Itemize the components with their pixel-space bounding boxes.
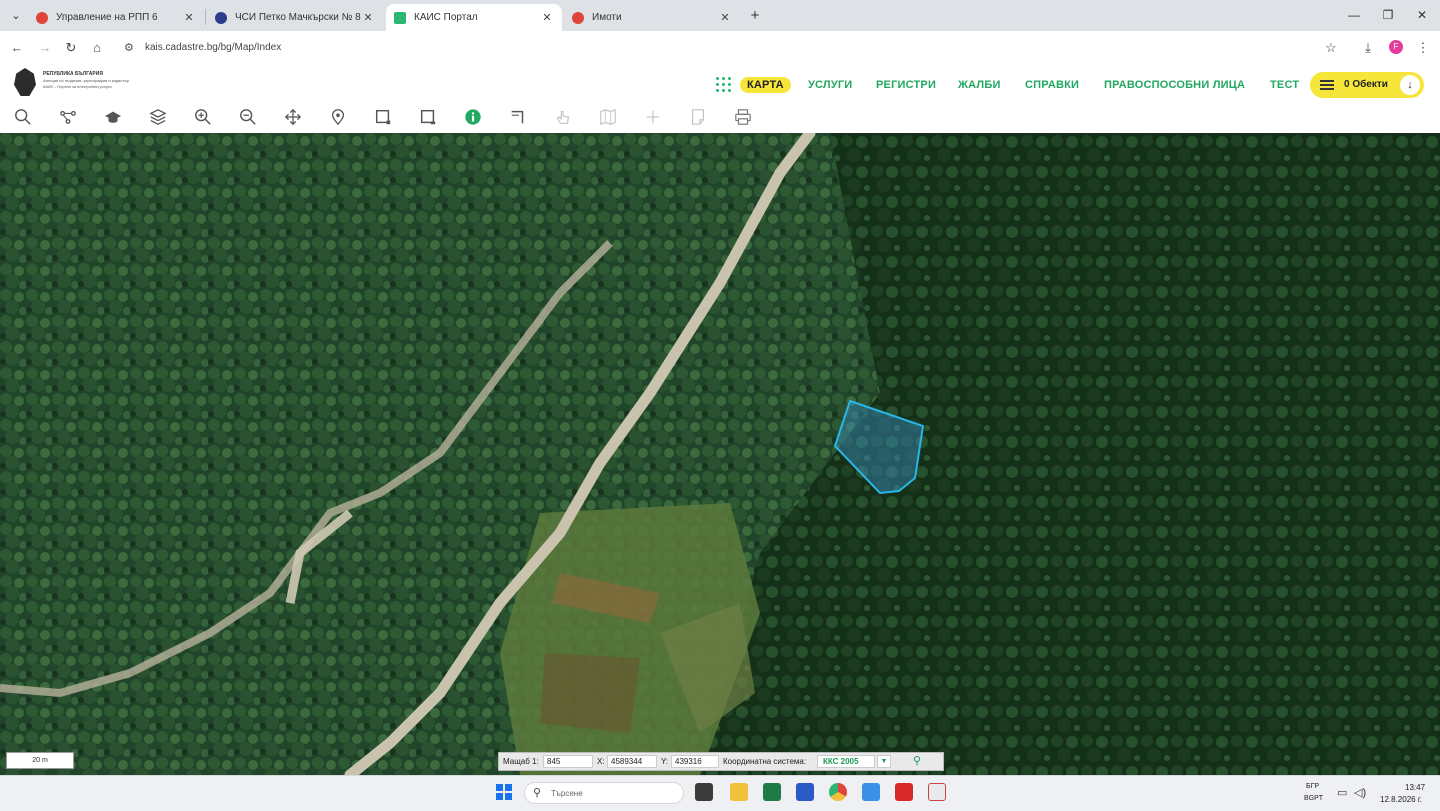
- task-view-icon[interactable]: [695, 783, 713, 801]
- windows-start-icon[interactable]: [496, 784, 512, 800]
- browser-menu-icon[interactable]: ⋮: [1414, 39, 1432, 57]
- notes-app-icon[interactable]: [862, 783, 880, 801]
- y-label: Y:: [661, 757, 669, 766]
- print-icon[interactable]: [733, 107, 753, 127]
- downloads-icon[interactable]: ⤓: [1359, 39, 1377, 57]
- close-window-icon[interactable]: ✕: [1407, 6, 1437, 24]
- coordinate-system-select[interactable]: ККС 2005: [817, 755, 875, 768]
- logo-subtitle-2: КАИС - Портал за електронни услуги: [43, 84, 112, 89]
- document-edit-icon[interactable]: [688, 107, 708, 127]
- reload-icon[interactable]: ↻: [62, 39, 80, 57]
- keyboard-layout[interactable]: BGPT: [1304, 795, 1323, 802]
- taskbar-search-placeholder: Търсене: [551, 789, 583, 798]
- search-icon[interactable]: [13, 107, 33, 127]
- coordinate-bar: Мащаб 1: 845 X: 4589344 Y: 439316 Коорди…: [498, 752, 944, 771]
- coordinate-system-label: Координатна система:: [723, 757, 807, 766]
- word-icon[interactable]: [796, 783, 814, 801]
- snipping-tool-icon[interactable]: [928, 783, 946, 801]
- layers-icon[interactable]: [148, 107, 168, 127]
- download-arrow-icon[interactable]: ↓: [1400, 75, 1420, 95]
- search-coordinates-icon[interactable]: ⚲: [909, 754, 925, 769]
- tab-favicon-icon: [572, 11, 584, 24]
- clock-date[interactable]: 12.8.2026 г.: [1380, 795, 1422, 804]
- browser-tab-kais[interactable]: КАИС Портал ✕: [386, 4, 562, 31]
- menu-test[interactable]: ТЕСТ: [1270, 79, 1299, 91]
- minimize-window-icon[interactable]: —: [1339, 6, 1369, 24]
- network-icon[interactable]: ▭: [1337, 786, 1347, 799]
- file-explorer-icon[interactable]: [730, 783, 748, 801]
- menu-uslugi[interactable]: УСЛУГИ: [808, 79, 852, 91]
- menu-zhalbi[interactable]: ЖАЛБИ: [958, 79, 1001, 91]
- chrome-icon[interactable]: [829, 783, 847, 801]
- hamburger-icon: [1320, 80, 1334, 90]
- excel-icon[interactable]: [763, 783, 781, 801]
- menu-spravki[interactable]: СПРАВКИ: [1025, 79, 1079, 91]
- hand-pointer-icon[interactable]: [553, 107, 573, 127]
- network-nodes-icon[interactable]: [58, 107, 78, 127]
- tab-title: ЧСИ Петко Мачкърски № 881: [235, 12, 361, 23]
- location-pin-icon[interactable]: [328, 107, 348, 127]
- crosshair-plus-icon[interactable]: [643, 107, 663, 127]
- x-label: X:: [597, 757, 605, 766]
- clock-time[interactable]: 13:47: [1405, 783, 1425, 792]
- tab-search-chevron-icon[interactable]: ⌄: [8, 8, 24, 24]
- bookmark-star-icon[interactable]: ☆: [1322, 39, 1340, 57]
- objects-button[interactable]: 0 Обекти ↓: [1310, 72, 1424, 98]
- map-book-icon[interactable]: [598, 107, 618, 127]
- logo-title: РЕПУБЛИКА БЪЛГАРИЯ: [43, 71, 103, 77]
- graduation-cap-icon[interactable]: [103, 107, 123, 127]
- satellite-imagery[interactable]: [0, 133, 1440, 775]
- tab-title: КАИС Портал: [414, 12, 478, 23]
- scale-prefix-label: Мащаб 1:: [503, 757, 539, 766]
- select-area-icon[interactable]: [418, 107, 438, 127]
- satellite-map[interactable]: [0, 133, 1440, 775]
- info-icon[interactable]: [463, 107, 483, 127]
- zoom-in-icon[interactable]: [193, 107, 213, 127]
- chevron-down-icon[interactable]: ▼: [877, 755, 891, 768]
- taskbar-search-input[interactable]: ⚲ Търсене: [524, 782, 684, 804]
- tab-close-icon[interactable]: ✕: [540, 11, 554, 24]
- scale-field[interactable]: 845: [543, 755, 593, 768]
- measure-angle-icon[interactable]: [508, 107, 528, 127]
- zoom-out-icon[interactable]: [238, 107, 258, 127]
- select-rectangle-icon[interactable]: [373, 107, 393, 127]
- y-coordinate-field[interactable]: 439316: [671, 755, 719, 768]
- restore-window-icon[interactable]: ❐: [1373, 6, 1403, 24]
- browser-tab-rpp[interactable]: Управление на РПП 6 ✕: [28, 4, 204, 31]
- tab-favicon-icon: [215, 11, 227, 24]
- search-icon: ⚲: [533, 787, 542, 799]
- tab-close-icon[interactable]: ✕: [182, 11, 196, 24]
- menu-pravosposobni-lica[interactable]: ПРАВОСПОСОБНИ ЛИЦА: [1104, 79, 1245, 91]
- tab-title: Имоти: [592, 12, 622, 23]
- x-coordinate-field[interactable]: 4589344: [607, 755, 657, 768]
- browser-tab-imoti[interactable]: Имоти ✕: [564, 4, 740, 31]
- tab-close-icon[interactable]: ✕: [718, 11, 732, 24]
- map-scale-bar: 20 m: [6, 752, 74, 769]
- back-arrow-icon[interactable]: ←: [8, 39, 26, 57]
- site-info-icon[interactable]: ⚙: [124, 41, 134, 54]
- keyboard-language[interactable]: БГР: [1306, 783, 1319, 790]
- pan-move-icon[interactable]: [283, 107, 303, 127]
- forward-arrow-icon[interactable]: →: [36, 39, 54, 57]
- url-field[interactable]: kais.cadastre.bg/bg/Map/Index: [145, 42, 281, 53]
- volume-icon[interactable]: ◁): [1354, 786, 1366, 799]
- menu-registri[interactable]: РЕГИСТРИ: [876, 79, 936, 91]
- tab-favicon-icon: [36, 11, 48, 24]
- objects-count-label: 0 Обекти: [1344, 79, 1388, 90]
- pdf-reader-icon[interactable]: [895, 783, 913, 801]
- browser-tab-chsi[interactable]: ЧСИ Петко Мачкърски № 881 ✕: [207, 4, 383, 31]
- tab-favicon-icon: [394, 11, 406, 24]
- profile-avatar[interactable]: F: [1389, 40, 1403, 54]
- home-icon[interactable]: ⌂: [88, 39, 106, 57]
- new-tab-button[interactable]: +: [746, 7, 764, 25]
- map-toolbar: [0, 104, 1440, 133]
- menu-karta[interactable]: КАРТА: [740, 77, 791, 93]
- windows-taskbar: [0, 775, 1440, 811]
- tab-title: Управление на РПП 6: [56, 12, 158, 23]
- apps-grid-icon[interactable]: [716, 77, 732, 93]
- logo-subtitle: Агенция по геодезия, картография и кадас…: [43, 78, 129, 83]
- tab-close-icon[interactable]: ✕: [361, 11, 375, 24]
